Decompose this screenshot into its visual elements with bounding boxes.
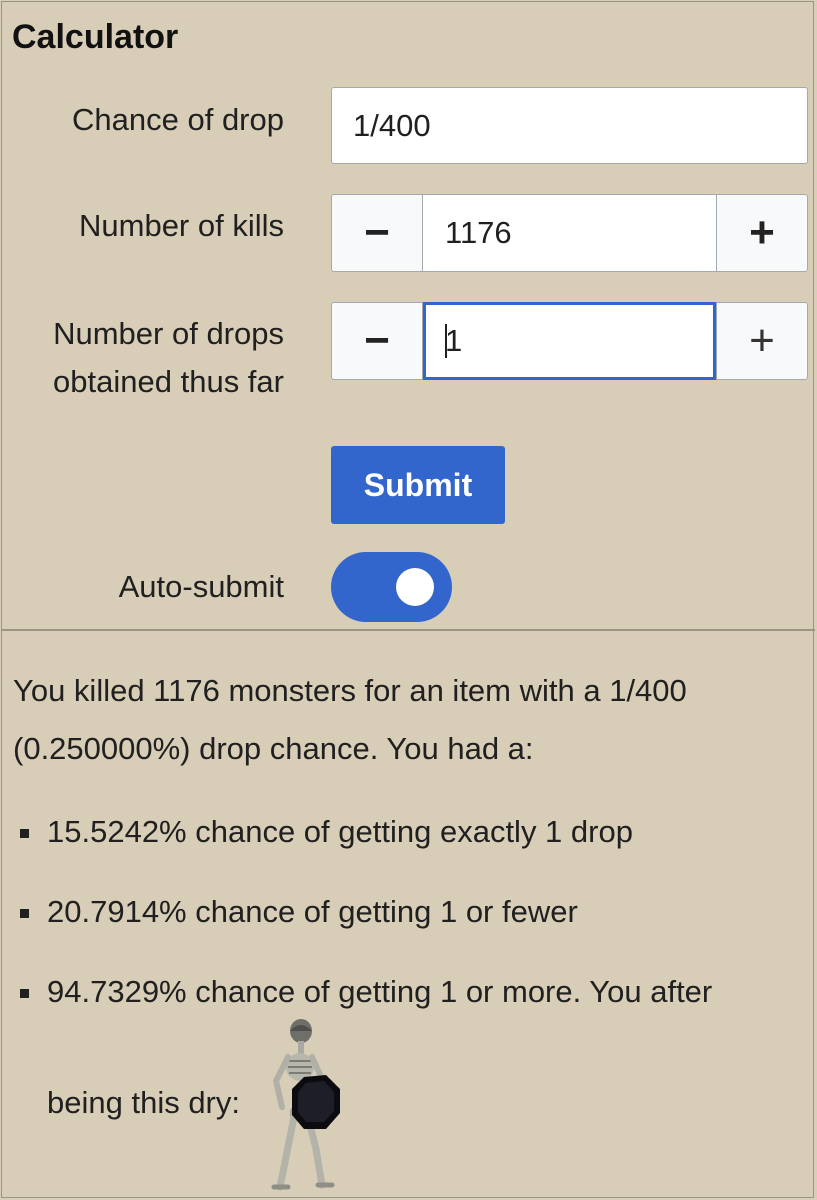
drops-label-line1: Number of drops [53, 316, 284, 351]
kills-input[interactable]: 1176 [423, 194, 716, 272]
chance-input[interactable]: 1/400 [331, 87, 808, 164]
skeleton-icon [271, 1019, 340, 1191]
toggle-knob [396, 568, 434, 606]
chance-label: Chance of drop [72, 102, 284, 137]
kills-stepper: − 1176 + [331, 194, 808, 272]
autosubmit-label: Auto-submit [118, 569, 284, 604]
drops-stepper: − 1 + [331, 302, 808, 380]
result-text: You killed 1176 monsters for an item wit… [13, 662, 803, 778]
list-item-text: 94.7329% chance of getting 1 or more. Yo… [47, 974, 713, 1009]
list-item-text: 15.5242% chance of getting exactly 1 dro… [47, 814, 633, 849]
page-title: Calculator [12, 18, 179, 56]
kills-increment-button[interactable]: + [716, 194, 808, 272]
autosubmit-toggle[interactable] [331, 552, 452, 622]
bullet-icon [20, 909, 29, 918]
calculator-panel: Calculator Chance of drop 1/400 Number o… [1, 1, 815, 1198]
kills-label: Number of kills [79, 208, 284, 243]
drops-label-line2: obtained thus far [53, 364, 284, 399]
drops-increment-button[interactable]: + [716, 302, 808, 380]
section-divider [2, 629, 815, 631]
bullet-icon [20, 989, 29, 998]
result-line-2: (0.250000%) drop chance. You had a: [13, 731, 534, 766]
list-item-text: 20.7914% chance of getting 1 or fewer [47, 894, 578, 929]
result-line-1: You killed 1176 monsters for an item wit… [13, 673, 687, 708]
bullet-icon [20, 829, 29, 838]
drops-decrement-button[interactable]: − [331, 302, 423, 380]
drops-input[interactable]: 1 [423, 302, 716, 380]
submit-button[interactable]: Submit [331, 446, 505, 524]
dry-text: being this dry: [47, 1085, 240, 1120]
drops-input-value: 1 [445, 323, 463, 358]
kills-decrement-button[interactable]: − [331, 194, 423, 272]
